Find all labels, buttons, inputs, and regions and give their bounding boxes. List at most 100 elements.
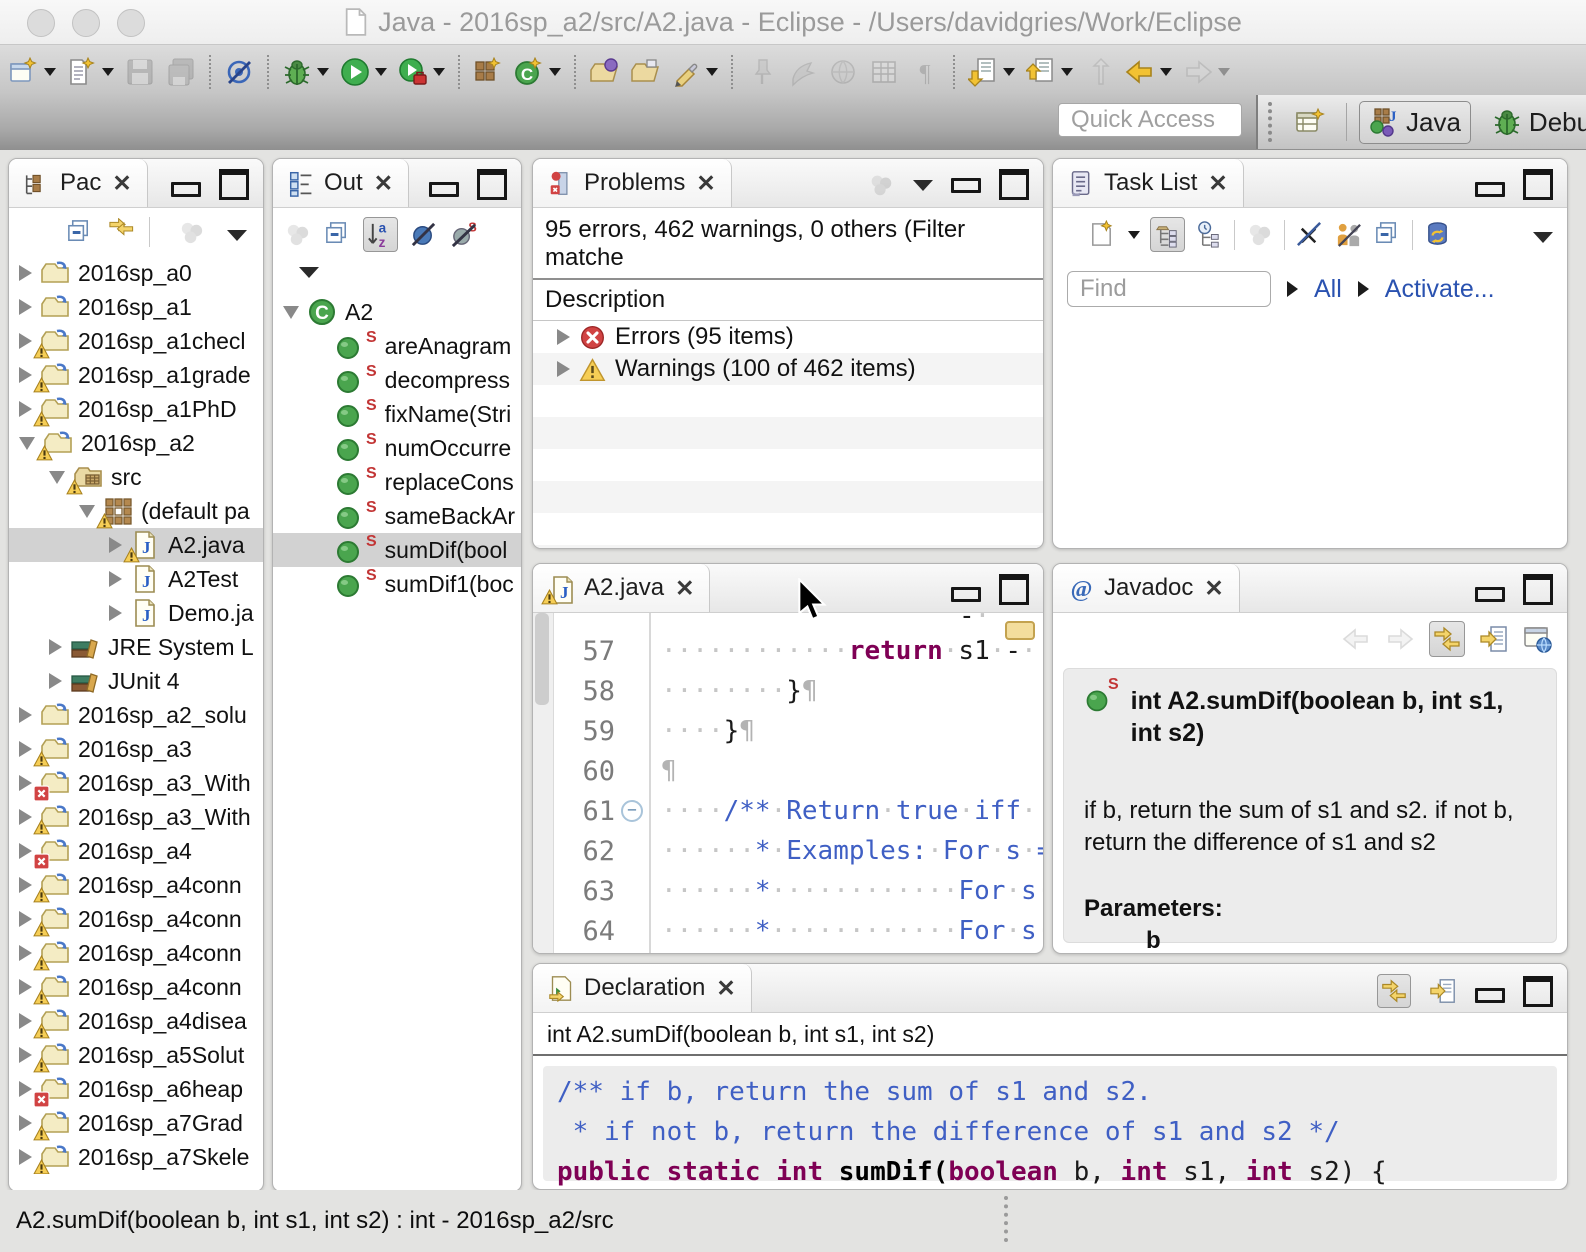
prev-annotation-icon[interactable] [1023,54,1076,90]
link-with-editor-icon[interactable] [107,218,136,247]
expand-arrow-icon[interactable] [557,329,570,345]
javadoc-forward-icon[interactable] [1385,624,1415,654]
link-with-editor-icon[interactable] [1377,974,1411,1008]
package-tree-item[interactable]: 2016sp_a4conn [9,868,263,902]
outline-tree-item[interactable]: SsumDif(bool [273,533,521,567]
editor-code-line[interactable]: 59····}¶ [553,711,1043,751]
external-tools-icon[interactable] [395,54,448,90]
view-menu-icon[interactable] [913,180,933,191]
open-resource-icon[interactable] [627,54,663,90]
package-tree-item[interactable]: 2016sp_a3 [9,732,263,766]
expand-arrow-icon[interactable] [19,843,32,859]
open-type-icon[interactable] [586,54,622,90]
new-class-icon[interactable]: C [511,54,564,90]
expand-arrow-icon[interactable] [109,537,122,553]
expand-arrow-icon[interactable] [19,809,32,825]
minimize-view-icon[interactable] [1475,587,1505,602]
synchronize-icon[interactable] [1423,220,1452,249]
pin-editor-icon[interactable] [743,54,779,90]
minimize-view-icon[interactable] [429,182,459,197]
tab-task-list[interactable]: Task List ✕ [1053,159,1244,207]
back-icon[interactable] [1122,54,1175,90]
close-tab-icon[interactable]: ✕ [696,170,715,197]
save-icon[interactable] [122,54,158,90]
view-menu-icon[interactable] [299,267,319,278]
save-all-icon[interactable] [163,54,199,90]
open-perspective-button[interactable] [1286,102,1334,142]
maximize-view-icon[interactable] [1523,169,1553,200]
outline-tree-item[interactable]: SnumOccurre [273,431,521,465]
outline-tree-item[interactable]: SsameBackAr [273,499,521,533]
open-in-browser-icon[interactable] [1523,624,1553,654]
package-tree-item[interactable]: 2016sp_a2_solu [9,698,263,732]
new-wizard-icon[interactable] [6,54,59,90]
expand-arrow-icon[interactable] [19,401,32,417]
maximize-view-icon[interactable] [1523,574,1553,605]
view-menu-icon[interactable] [1533,232,1553,243]
maximize-view-icon[interactable] [219,169,249,200]
expand-arrow-icon[interactable] [19,979,32,995]
minimize-view-icon[interactable] [951,178,981,193]
new-file-icon[interactable] [64,54,117,90]
package-tree-item[interactable]: JUnit 4 [9,664,263,698]
scheduled-view-icon[interactable] [1195,220,1224,249]
maximize-view-icon[interactable] [1523,976,1553,1007]
expand-arrow-icon[interactable] [109,605,122,621]
hide-completed-icon[interactable] [1295,220,1324,249]
expand-arrow-icon[interactable] [19,1115,32,1131]
minimize-view-icon[interactable] [171,182,201,197]
editor-code-line[interactable]: 63······*············For·s·= [553,871,1043,911]
collapse-arrow-icon[interactable] [49,471,65,484]
javadoc-back-icon[interactable] [1341,624,1371,654]
tab-javadoc[interactable]: @ Javadoc ✕ [1053,564,1240,612]
tab-editor-a2java[interactable]: J A2.java ✕ [533,564,710,612]
link-with-editor-icon[interactable] [1429,621,1465,657]
expand-arrow-icon[interactable] [19,775,32,791]
minimize-view-icon[interactable] [1475,988,1505,1003]
package-tree-item[interactable]: 2016sp_a1checl [9,324,263,358]
collapse-all-icon[interactable] [65,218,94,247]
outline-tree-item[interactable]: SsumDif1(boc [273,567,521,601]
tab-package-explorer[interactable]: Pac ✕ [9,159,148,207]
expand-arrow-icon[interactable] [19,707,32,723]
focus-on-task-icon[interactable] [283,220,312,249]
package-tree-item[interactable]: 2016sp_a0 [9,256,263,290]
open-web-icon[interactable] [825,54,861,90]
package-tree-item[interactable]: JDemo.ja [9,596,263,630]
overview-annotation-marker[interactable] [1005,621,1035,640]
package-tree-item[interactable]: 2016sp_a7Grad [9,1106,263,1140]
run-icon[interactable] [337,54,390,90]
package-tree-item[interactable]: 2016sp_a4 [9,834,263,868]
editor-code-line[interactable]: 62······*·Examples:·For·s·= [553,831,1043,871]
expand-arrow-icon[interactable] [19,299,32,315]
debug-icon[interactable] [279,54,332,90]
expand-arrow-icon[interactable] [19,1013,32,1029]
minimize-view-icon[interactable] [1475,182,1505,197]
outline-tree-item[interactable]: SareAnagram [273,329,521,363]
perspective-debug-button[interactable]: Debug [1483,102,1586,143]
hide-static-members-icon[interactable]: S [449,220,478,249]
focus-on-workweek-icon[interactable] [1245,220,1274,249]
expand-arrow-icon[interactable] [49,639,62,655]
collapse-all-icon[interactable] [323,220,352,249]
package-tree-item[interactable]: 2016sp_a3_With [9,766,263,800]
focus-on-task-icon[interactable] [867,171,895,199]
show-in-external-icon[interactable] [1479,624,1509,654]
expand-arrow-icon[interactable] [19,741,32,757]
close-tab-icon[interactable]: ✕ [716,975,735,1002]
collapse-arrow-icon[interactable] [79,505,95,518]
package-tree-item[interactable]: 2016sp_a4disea [9,1004,263,1038]
expand-arrow-icon[interactable] [109,571,122,587]
skip-breakpoints-icon[interactable] [221,54,257,90]
view-menu-icon[interactable] [227,230,247,241]
open-input-icon[interactable] [1429,977,1457,1005]
expand-arrow-icon[interactable] [19,1081,32,1097]
focus-on-task-icon[interactable] [177,218,206,247]
close-tab-icon[interactable]: ✕ [1208,170,1227,197]
perspective-drag-handle[interactable] [1268,102,1272,142]
editor-code-line[interactable]: 58········}¶ [553,671,1043,711]
editor-code-line[interactable]: 61−····/**·Return·true·iff· [553,791,1043,831]
expand-arrow-icon[interactable] [19,1149,32,1165]
quick-access-input[interactable]: Quick Access [1058,103,1242,137]
package-tree-item[interactable]: JA2.java [9,528,263,562]
